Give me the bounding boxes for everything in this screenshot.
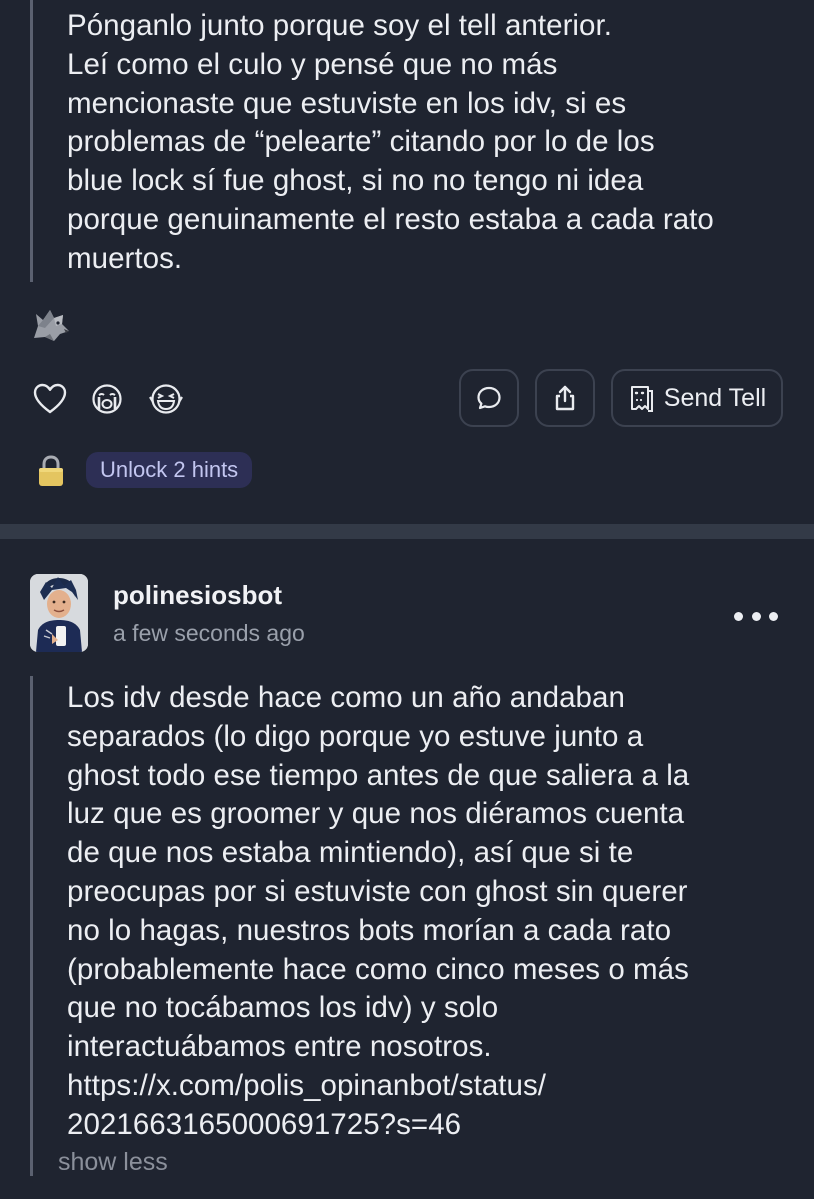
lock-icon bbox=[36, 455, 66, 492]
send-tell-button[interactable]: Send Tell bbox=[611, 369, 783, 427]
ghost-note-icon bbox=[630, 386, 653, 412]
crying-face-icon[interactable] bbox=[89, 381, 125, 417]
send-tell-label: Send Tell bbox=[663, 383, 767, 412]
feed-page: Pónganlo junto porque soy el tell anteri… bbox=[0, 0, 814, 1199]
heart-icon[interactable] bbox=[32, 381, 68, 417]
unlock-hints-button[interactable]: Unlock 2 hints bbox=[86, 452, 253, 488]
comment-bubble-icon bbox=[477, 386, 501, 410]
section-divider bbox=[0, 524, 814, 539]
tell-card: Pónganlo junto porque soy el tell anteri… bbox=[0, 0, 814, 524]
action-row: Send Tell bbox=[0, 369, 814, 429]
wolf-emoji[interactable] bbox=[30, 304, 72, 344]
share-icon bbox=[555, 385, 575, 411]
share-button[interactable] bbox=[535, 369, 595, 427]
laughing-face-icon[interactable] bbox=[148, 381, 184, 417]
reply-quote-bar bbox=[30, 676, 33, 1176]
username[interactable]: polinesiosbot bbox=[113, 580, 282, 611]
comment-button[interactable] bbox=[459, 369, 519, 427]
avatar[interactable] bbox=[30, 574, 88, 652]
timestamp: a few seconds ago bbox=[113, 620, 305, 646]
reply-text: Los idv desde hace como un año andaban s… bbox=[67, 681, 690, 1141]
more-options-icon[interactable] bbox=[734, 604, 778, 628]
tell-text: Pónganlo junto porque soy el tell anteri… bbox=[67, 9, 714, 275]
quote-bar bbox=[30, 0, 33, 282]
hint-row: Unlock 2 hints bbox=[0, 451, 814, 491]
show-less-link[interactable]: show less bbox=[58, 1148, 168, 1177]
